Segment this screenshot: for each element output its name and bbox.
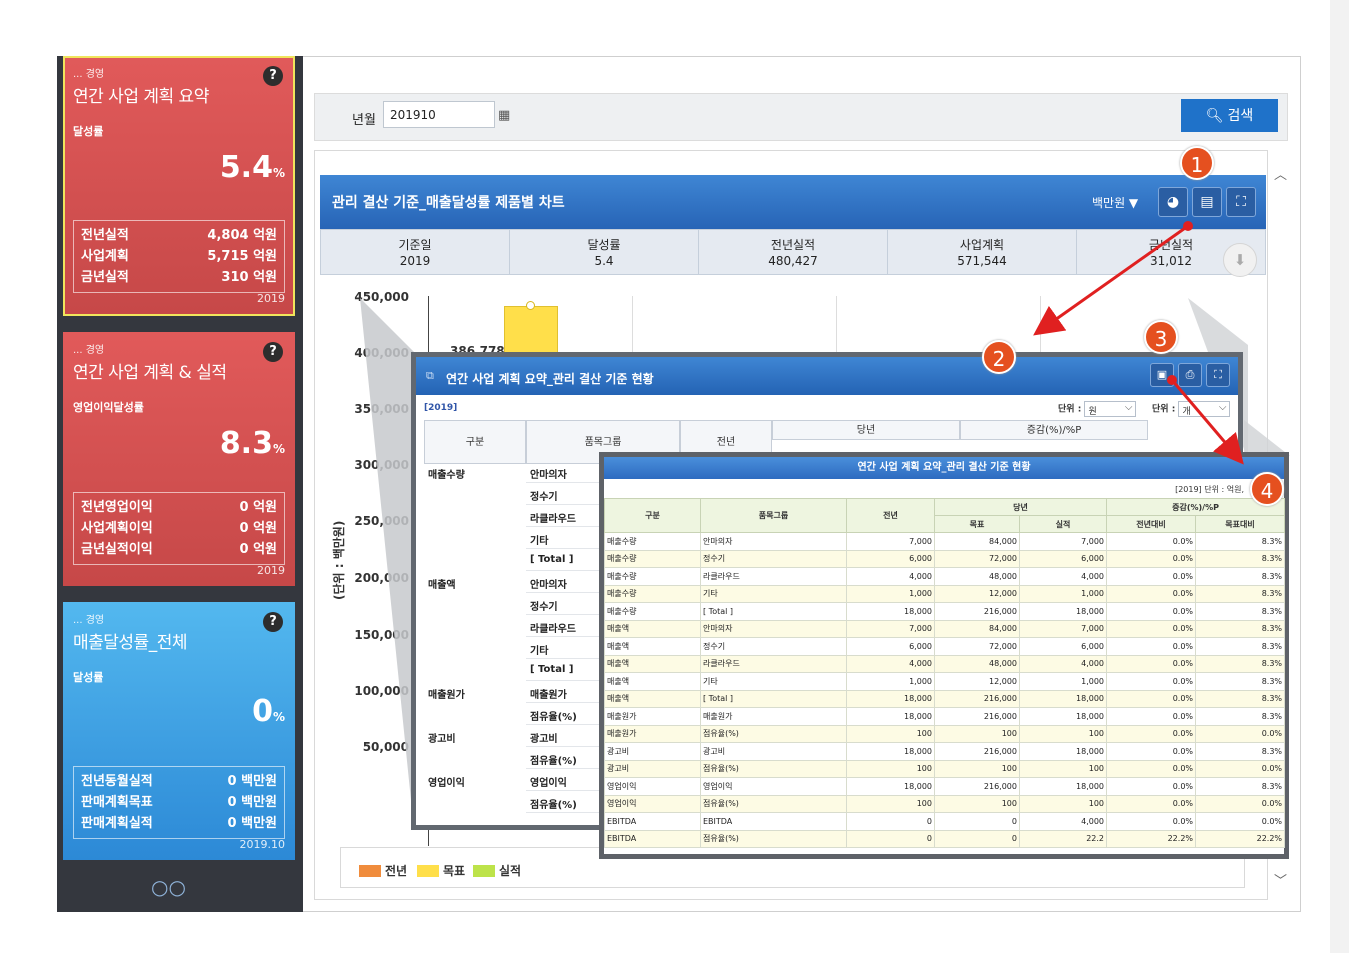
callout-2: 2 bbox=[982, 340, 1016, 374]
annotation-arrows bbox=[1033, 221, 1244, 465]
arrow-origin bbox=[1167, 375, 1177, 385]
arrow-1-to-2 bbox=[1033, 224, 1189, 336]
arrow-origin bbox=[1183, 221, 1193, 231]
callout-3: 3 bbox=[1144, 320, 1178, 354]
callout-1: 1 bbox=[1180, 146, 1214, 180]
arrow-3-to-4 bbox=[1170, 379, 1244, 465]
callout-4: 4 bbox=[1250, 472, 1284, 506]
